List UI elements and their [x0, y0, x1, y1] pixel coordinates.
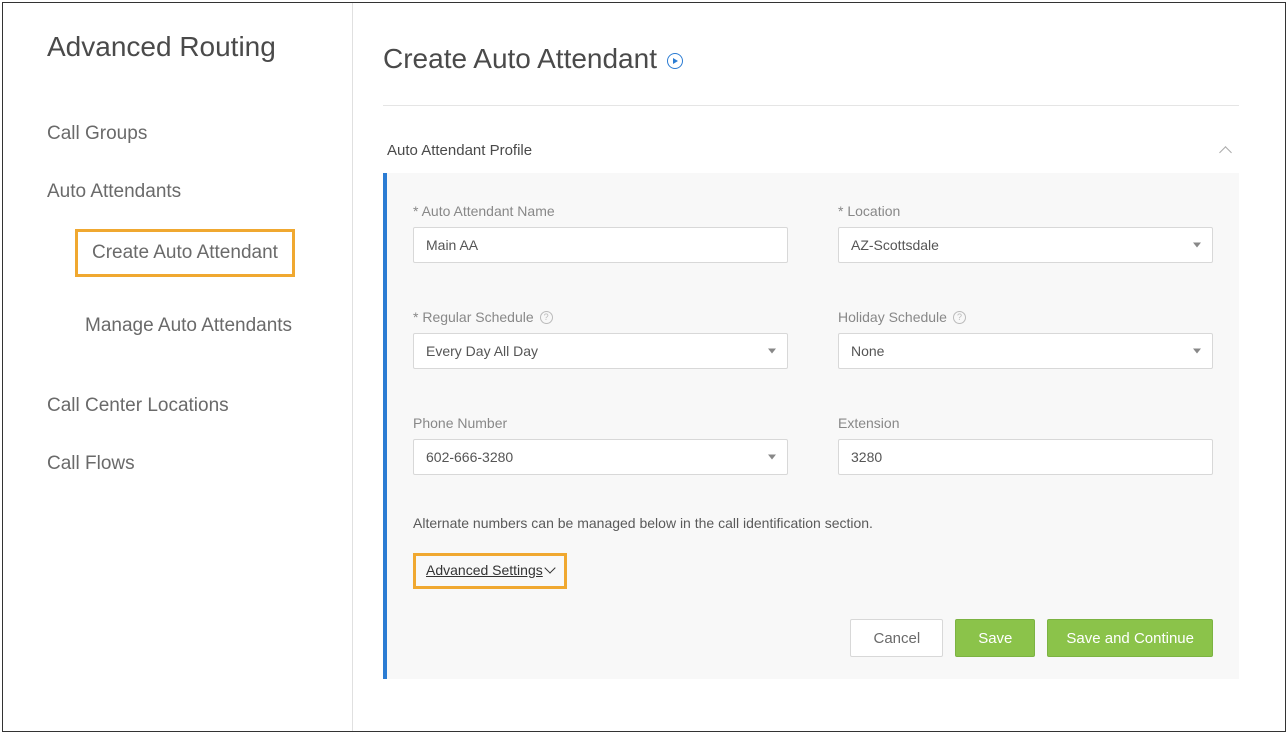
field-holiday-schedule: Holiday Schedule ? None [838, 309, 1213, 369]
help-icon[interactable]: ? [540, 311, 553, 324]
section-header[interactable]: Auto Attendant Profile [383, 142, 1239, 159]
field-extension: Extension [838, 415, 1213, 475]
label-holiday-schedule: Holiday Schedule ? [838, 309, 1213, 325]
save-button[interactable]: Save [955, 619, 1035, 657]
save-continue-button[interactable]: Save and Continue [1047, 619, 1213, 657]
input-name[interactable] [413, 227, 788, 263]
chevron-down-icon [544, 562, 555, 573]
page-title-text: Create Auto Attendant [383, 43, 657, 75]
app-frame: Advanced Routing Call Groups Auto Attend… [2, 2, 1286, 732]
nav-auto-attendants[interactable]: Auto Attendants [47, 181, 352, 203]
label-extension: Extension [838, 415, 1213, 431]
label-name: * Auto Attendant Name [413, 203, 788, 219]
sub-nav: Create Auto Attendant Manage Auto Attend… [75, 229, 352, 375]
select-holiday-schedule[interactable]: None [838, 333, 1213, 369]
cancel-button[interactable]: Cancel [850, 619, 943, 657]
play-icon[interactable] [667, 53, 683, 69]
field-location: * Location AZ-Scottsdale [838, 203, 1213, 263]
field-regular-schedule: * Regular Schedule ? Every Day All Day [413, 309, 788, 369]
field-phone: Phone Number 602-666-3280 [413, 415, 788, 475]
alternate-note: Alternate numbers can be managed below i… [413, 515, 1213, 531]
nav-call-flows[interactable]: Call Flows [47, 453, 352, 475]
advanced-settings-highlight: Advanced Settings [413, 553, 567, 589]
label-regular-schedule: * Regular Schedule ? [413, 309, 788, 325]
page-title: Create Auto Attendant [383, 43, 1239, 75]
select-location[interactable]: AZ-Scottsdale [838, 227, 1213, 263]
nav-call-center-locations[interactable]: Call Center Locations [47, 395, 352, 417]
select-phone[interactable]: 602-666-3280 [413, 439, 788, 475]
input-extension[interactable] [838, 439, 1213, 475]
sidebar-title: Advanced Routing [47, 31, 352, 63]
form-panel: * Auto Attendant Name * Location AZ-Scot… [383, 173, 1239, 679]
select-regular-schedule[interactable]: Every Day All Day [413, 333, 788, 369]
advanced-settings-link[interactable]: Advanced Settings [426, 562, 554, 578]
subnav-manage-auto-attendants[interactable]: Manage Auto Attendants [75, 307, 302, 345]
nav-call-groups[interactable]: Call Groups [47, 123, 352, 145]
field-name: * Auto Attendant Name [413, 203, 788, 263]
chevron-up-icon[interactable] [1221, 144, 1235, 158]
label-phone: Phone Number [413, 415, 788, 431]
help-icon[interactable]: ? [953, 311, 966, 324]
sidebar: Advanced Routing Call Groups Auto Attend… [3, 3, 353, 731]
button-row: Cancel Save Save and Continue [413, 619, 1213, 657]
form-grid: * Auto Attendant Name * Location AZ-Scot… [413, 203, 1213, 475]
subnav-create-auto-attendant[interactable]: Create Auto Attendant [75, 229, 295, 277]
section-title: Auto Attendant Profile [387, 142, 532, 159]
main-content: Create Auto Attendant Auto Attendant Pro… [353, 3, 1285, 731]
label-location: * Location [838, 203, 1213, 219]
divider [383, 105, 1239, 106]
